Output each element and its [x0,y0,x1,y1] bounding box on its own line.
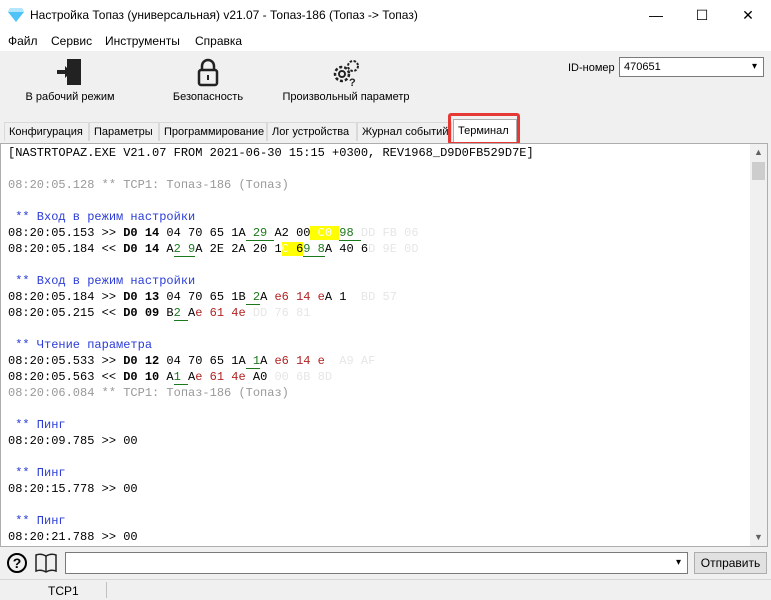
scroll-down-icon[interactable]: ▼ [750,529,767,546]
exit-door-icon [57,59,81,85]
enter-setup-heading: ** Вход в режим настройки [8,274,196,288]
terminal-line: 08:20:05.153 >> D0 14 04 70 65 1A 29 A2 … [8,226,419,241]
terminal-line: 08:20:05.184 << D0 14 A2 9A 2E 2A 20 1C … [8,242,419,257]
send-button[interactable]: Отправить [694,552,767,574]
tab-device-log[interactable]: Лог устройства [267,122,357,141]
read-param-heading: ** Чтение параметра [8,338,153,352]
chevron-down-icon: ▾ [751,61,757,72]
chevron-down-icon[interactable]: ▾ [676,557,681,568]
tcp1-line: 08:20:06.084 ** TCP1: Топаз-186 (Топаз) [8,386,289,400]
scroll-up-icon[interactable]: ▲ [750,144,767,161]
work-mode-label: В рабочий режим [25,91,115,103]
command-input[interactable]: ▾ [65,552,688,574]
svg-text:?: ? [349,77,356,87]
tab-configuration[interactable]: Конфигурация [4,122,89,141]
work-mode-button[interactable]: В рабочий режим [22,57,118,103]
help-button[interactable]: ? [7,553,27,573]
terminal-line: 08:20:05.533 >> D0 12 04 70 65 1A 1A e6 … [8,354,376,369]
menu-service[interactable]: Сервис [51,34,92,48]
book-icon[interactable] [34,552,58,574]
tab-strip: Конфигурация Параметры Программирование … [0,119,771,143]
tab-highlight-box [448,113,520,145]
terminal-header-line: [NASTRTOPAZ.EXE V21.07 FROM 2021-06-30 1… [8,146,534,160]
window-title: Настройка Топаз (универсальная) v21.07 -… [30,8,418,22]
vertical-scrollbar[interactable]: ▲ ▼ [750,144,767,546]
tab-programming[interactable]: Программирование [159,122,267,141]
minimize-button[interactable]: — [633,0,679,31]
gears-question-icon: ? [333,60,359,87]
menu-tools[interactable]: Инструменты [105,34,180,48]
status-bar: TCP1 [0,579,771,600]
tab-parameters[interactable]: Параметры [89,122,159,141]
tcp1-line: 08:20:05.128 ** TCP1: Топаз-186 (Топаз) [8,178,289,192]
terminal-line: 08:20:05.215 << D0 09 B2 Ae 61 4e DD 76 … [8,306,311,321]
menu-bar: Файл Сервис Инструменты Справка [0,31,771,51]
ping-heading: ** Пинг [8,418,66,432]
menu-help[interactable]: Справка [195,34,242,48]
ping-heading: ** Пинг [8,466,66,480]
ping-heading: ** Пинг [8,514,66,528]
terminal-line: 08:20:09.785 >> 00 [8,434,138,448]
terminal-output[interactable]: [NASTRTOPAZ.EXE V21.07 FROM 2021-06-30 1… [0,143,768,547]
terminal-line: 08:20:21.788 >> 00 [8,530,138,544]
terminal-line: 08:20:05.184 >> D0 13 04 70 65 1B 2A e6 … [8,290,397,305]
scroll-thumb[interactable] [752,162,765,180]
id-number-value: 470651 [624,61,661,73]
diamond-app-icon [8,8,24,22]
menu-file[interactable]: Файл [8,34,38,48]
id-number-label: ID-номер [568,62,615,74]
tab-event-journal[interactable]: Журнал событий [357,122,452,141]
status-separator [106,582,107,598]
id-number-select[interactable]: 470651 ▾ [619,57,764,77]
connection-status: TCP1 [48,584,79,598]
command-bar: ? ▾ Отправить [0,547,771,579]
terminal-line: 08:20:15.778 >> 00 [8,482,138,496]
custom-param-button[interactable]: ? Произвольный параметр [280,57,412,103]
lock-icon [197,58,219,87]
maximize-button[interactable]: ☐ [679,0,725,31]
terminal-line: 08:20:05.563 << D0 10 A1 Ae 61 4e A0 00 … [8,370,333,385]
enter-setup-heading: ** Вход в режим настройки [8,210,196,224]
security-label: Безопасность [172,91,244,103]
security-button[interactable]: Безопасность [168,57,248,103]
title-bar: Настройка Топаз (универсальная) v21.07 -… [0,0,771,31]
custom-param-label: Произвольный параметр [282,91,410,103]
close-button[interactable]: ✕ [725,0,771,31]
